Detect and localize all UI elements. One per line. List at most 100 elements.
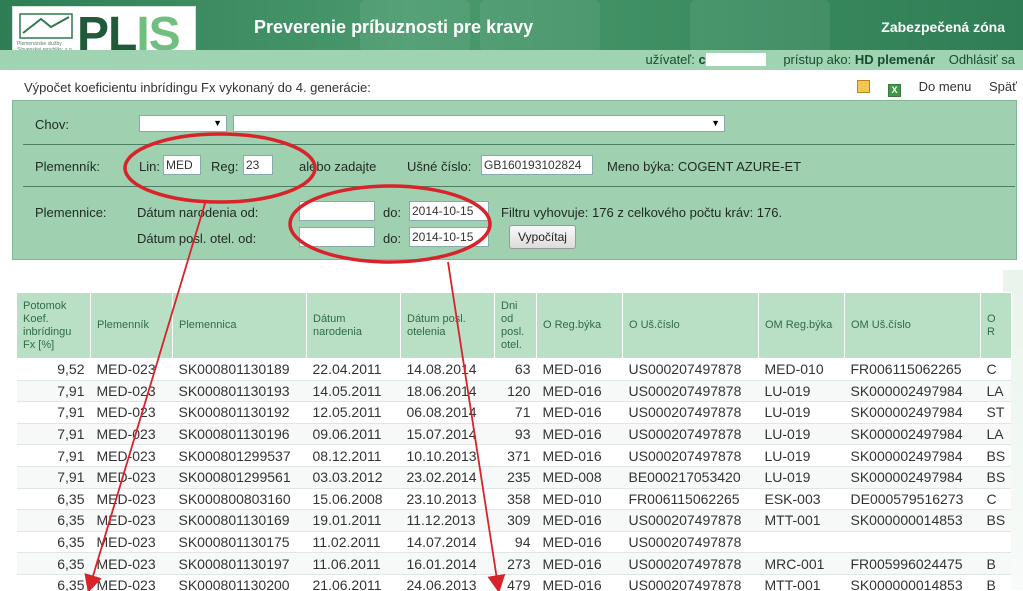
table-cell: FR006115062265 bbox=[622, 488, 759, 511]
table-row[interactable]: 6,35 MED-023 SK000801130200 21.06.2011 24.06… bbox=[16, 574, 1012, 591]
table-cell: MED-016 bbox=[536, 531, 623, 554]
table-cell: SK000801130192 bbox=[172, 401, 307, 424]
excel-export-icon[interactable]: X bbox=[887, 84, 901, 97]
calculate-button[interactable]: Vypočítaj bbox=[509, 225, 576, 249]
birth-date-from-input[interactable] bbox=[299, 201, 375, 221]
column-header[interactable]: Dátum narodenia bbox=[306, 292, 401, 359]
table-cell: 06.08.2014 bbox=[400, 401, 495, 424]
calving-date-from-label: Dátum posl. otel. od: bbox=[137, 231, 257, 246]
table-cell: 03.03.2012 bbox=[306, 466, 401, 489]
table-cell: BS bbox=[980, 466, 1012, 489]
reg-label: Reg: bbox=[211, 159, 239, 174]
column-header[interactable]: O Reg.býka bbox=[536, 292, 623, 359]
table-row[interactable]: 7,91 MED-023 SK000801299561 03.03.2012 23.02… bbox=[16, 466, 1012, 489]
table-body: 9,52 MED-023 SK000801130189 22.04.2011 14.08… bbox=[16, 358, 1012, 591]
calving-date-to-input[interactable] bbox=[409, 227, 489, 247]
table-cell: MED-016 bbox=[536, 423, 623, 446]
table-cell: SK000801130175 bbox=[172, 531, 307, 554]
user-name-redacted bbox=[705, 53, 766, 66]
results-grid: Potomok Koef. inbrídingu Fx [%] Plemenník… bbox=[16, 292, 1012, 591]
calving-date-from-input[interactable] bbox=[299, 227, 375, 247]
table-row[interactable]: 7,91 MED-023 SK000801299537 08.12.2011 10.10… bbox=[16, 444, 1012, 467]
column-header[interactable]: O R bbox=[980, 292, 1012, 359]
table-cell: US000207497878 bbox=[622, 509, 759, 532]
lin-input[interactable] bbox=[163, 155, 201, 175]
table-cell: 11.02.2011 bbox=[306, 531, 401, 554]
table-cell: 7,91 bbox=[16, 466, 91, 489]
table-cell: C bbox=[980, 358, 1012, 381]
column-header[interactable]: OM Uš.číslo bbox=[844, 292, 981, 359]
table-cell: 371 bbox=[494, 444, 537, 467]
subheading: Výpočet koeficientu inbrídingu Fx vykona… bbox=[24, 80, 371, 95]
table-cell: MED-016 bbox=[536, 358, 623, 381]
logo-emblem-icon bbox=[19, 13, 73, 39]
table-cell: SK000002497984 bbox=[844, 401, 981, 424]
table-cell: LU-019 bbox=[758, 466, 845, 489]
table-row[interactable]: 6,35 MED-023 SK000801130169 19.01.2011 11.12… bbox=[16, 509, 1012, 532]
table-cell: 6,35 bbox=[16, 574, 91, 591]
table-cell: 6,35 bbox=[16, 531, 91, 554]
table-cell: 21.06.2011 bbox=[306, 574, 401, 591]
table-row[interactable]: 9,52 MED-023 SK000801130189 22.04.2011 14.08… bbox=[16, 358, 1012, 381]
table-cell: 235 bbox=[494, 466, 537, 489]
birth-date-to-input[interactable] bbox=[409, 201, 489, 221]
table-row[interactable]: 6,35 MED-023 SK000801130175 11.02.2011 14.07… bbox=[16, 531, 1012, 554]
birth-date-from-label: Dátum narodenia od: bbox=[137, 205, 259, 220]
table-row[interactable]: 6,35 MED-023 SK000800803160 15.06.2008 23.10… bbox=[16, 488, 1012, 511]
table-cell: 24.06.2013 bbox=[400, 574, 495, 591]
plemennice-label: Plemennice: bbox=[35, 205, 107, 220]
table-cell: 23.02.2014 bbox=[400, 466, 495, 489]
table-cell: 15.07.2014 bbox=[400, 423, 495, 446]
table-cell: LU-019 bbox=[758, 401, 845, 424]
table-cell: 16.01.2014 bbox=[400, 552, 495, 575]
table-cell: MTT-001 bbox=[758, 574, 845, 591]
table-cell: US000207497878 bbox=[622, 401, 759, 424]
menu-link[interactable]: Do menu bbox=[919, 79, 972, 94]
reg-input[interactable] bbox=[243, 155, 273, 175]
table-cell: SK000002497984 bbox=[844, 423, 981, 446]
column-header[interactable]: Plemennica bbox=[172, 292, 307, 359]
table-cell: US000207497878 bbox=[622, 552, 759, 575]
table-cell: BS bbox=[980, 509, 1012, 532]
panel-divider bbox=[23, 144, 1015, 145]
table-row[interactable]: 6,35 MED-023 SK000801130197 11.06.2011 16.01… bbox=[16, 552, 1012, 575]
column-header[interactable]: OM Reg.býka bbox=[758, 292, 845, 359]
column-header[interactable]: Plemenník bbox=[90, 292, 173, 359]
table-cell: MRC-001 bbox=[758, 552, 845, 575]
table-cell: 479 bbox=[494, 574, 537, 591]
table-cell: 71 bbox=[494, 401, 537, 424]
table-cell: 09.06.2011 bbox=[306, 423, 401, 446]
table-cell: LU-019 bbox=[758, 444, 845, 467]
table-cell: MED-016 bbox=[536, 509, 623, 532]
logout-link[interactable]: Odhlásiť sa bbox=[949, 52, 1015, 67]
table-cell: 23.10.2013 bbox=[400, 488, 495, 511]
chov-name-select[interactable]: ▼ bbox=[233, 115, 725, 132]
chov-code-select[interactable]: ▼ bbox=[139, 115, 227, 132]
table-row[interactable]: 7,91 MED-023 SK000801130193 14.05.2011 18.06… bbox=[16, 380, 1012, 403]
table-cell: MED-023 bbox=[90, 531, 173, 554]
table-row[interactable]: 7,91 MED-023 SK000801130196 09.06.2011 15.07… bbox=[16, 423, 1012, 446]
table-cell: MED-016 bbox=[536, 380, 623, 403]
panel-divider bbox=[23, 186, 1015, 187]
table-cell: 358 bbox=[494, 488, 537, 511]
table-cell: 19.01.2011 bbox=[306, 509, 401, 532]
table-cell: 11.06.2011 bbox=[306, 552, 401, 575]
table-cell: 273 bbox=[494, 552, 537, 575]
column-header[interactable]: Potomok Koef. inbrídingu Fx [%] bbox=[16, 292, 91, 359]
page-title: Preverenie príbuznosti pre kravy bbox=[254, 17, 534, 37]
ear-number-label: Ušné číslo: bbox=[407, 159, 472, 174]
ear-number-input[interactable] bbox=[481, 155, 593, 175]
back-link[interactable]: Späť bbox=[989, 79, 1017, 94]
table-cell: MED-010 bbox=[536, 488, 623, 511]
column-header[interactable]: Dni od posl. otel. bbox=[494, 292, 537, 359]
chevron-down-icon: ▼ bbox=[213, 118, 222, 128]
column-header[interactable]: O Uš.číslo bbox=[622, 292, 759, 359]
print-icon[interactable] bbox=[857, 80, 871, 93]
table-cell: MED-008 bbox=[536, 466, 623, 489]
plemennik-label: Plemenník: bbox=[35, 159, 101, 174]
column-header[interactable]: Dátum posl. otelenia bbox=[400, 292, 495, 359]
table-row[interactable]: 7,91 MED-023 SK000801130192 12.05.2011 06.08… bbox=[16, 401, 1012, 424]
table-cell: 18.06.2014 bbox=[400, 380, 495, 403]
table-cell: SK000801130169 bbox=[172, 509, 307, 532]
table-cell: SK000801130193 bbox=[172, 380, 307, 403]
